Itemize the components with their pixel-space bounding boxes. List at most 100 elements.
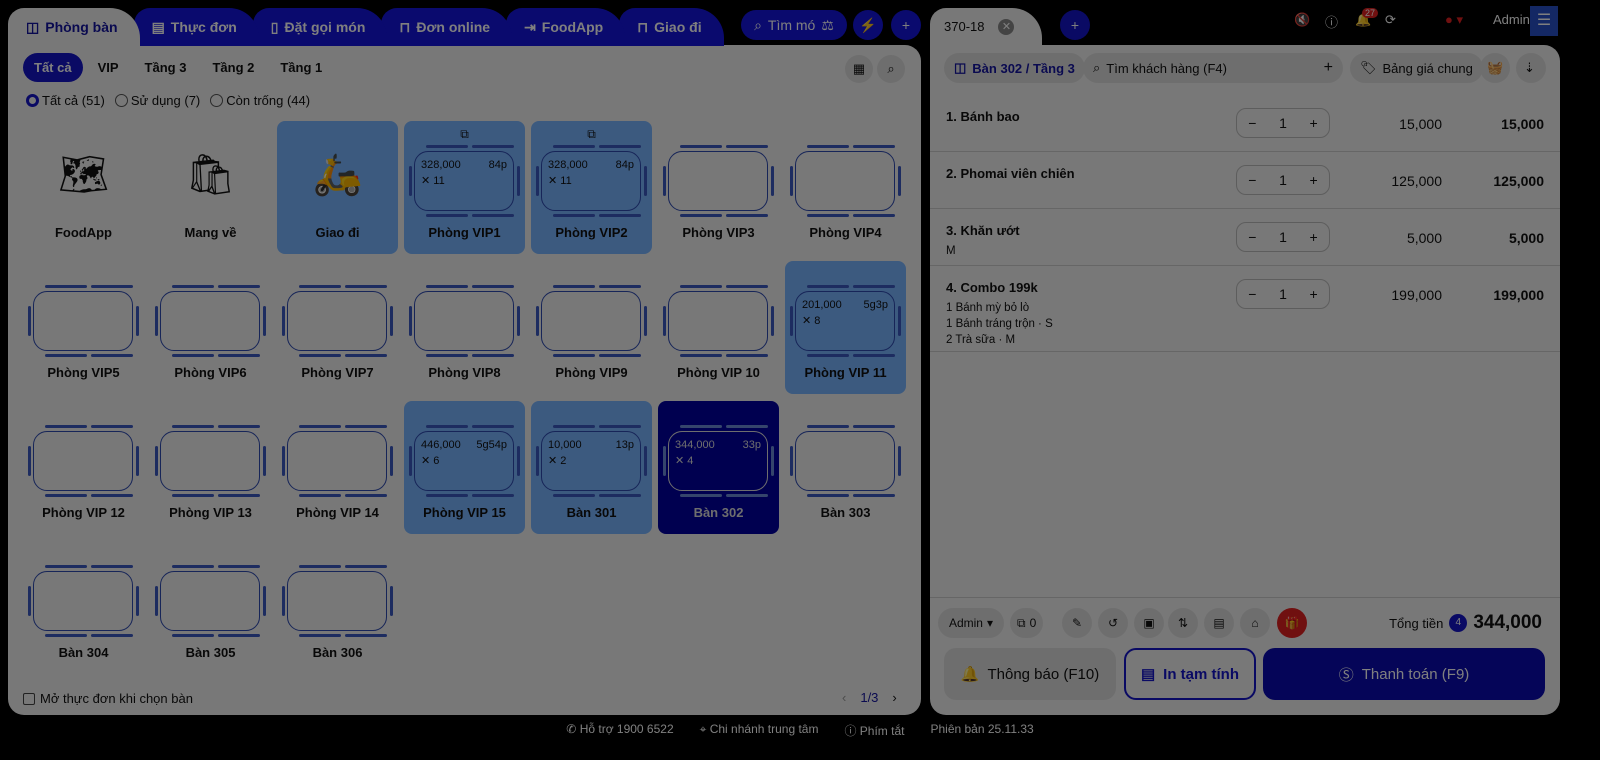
minus-icon[interactable]: −	[1248, 115, 1256, 131]
order-item[interactable]: 3. Khăn ướt M −1 +5,000 5,000	[930, 209, 1560, 266]
grid-view-button[interactable]: ▦	[845, 55, 873, 83]
table-chip[interactable]: ◫ Bàn 302 / Tầng 3	[944, 53, 1085, 83]
alert-icon[interactable]: ⓘ	[1325, 12, 1338, 31]
pay-button[interactable]: Ⓢ Thanh toán (F9)	[1263, 648, 1545, 700]
status-item[interactable]: ⓘ Phím tắt	[844, 722, 904, 739]
table-card[interactable]: Bàn 305	[150, 541, 271, 674]
customer-search[interactable]: ⌕ Tìm khách hàng (F4) +	[1083, 53, 1343, 83]
table-card[interactable]: 10,000 13p ✕ 2 Bàn 301	[531, 401, 652, 534]
status-item[interactable]: ⌖ Chi nhánh trung tâm	[700, 722, 819, 739]
filter-radio[interactable]: Còn trống (44)	[210, 93, 310, 108]
chair	[517, 166, 520, 196]
add-button[interactable]: +	[891, 10, 921, 40]
pencil-icon: ✎	[1071, 616, 1083, 630]
quantity-stepper[interactable]: −1 +	[1236, 279, 1330, 309]
table-card[interactable]: Phòng VIP6	[150, 261, 271, 394]
table-card[interactable]: Phòng VIP8	[404, 261, 525, 394]
table-card[interactable]: Phòng VIP 14	[277, 401, 398, 534]
quantity-stepper[interactable]: −1 +	[1236, 165, 1330, 195]
table-card[interactable]: ⧉ 328,000 84p ✕ 11 Phòng VIP1	[404, 121, 525, 254]
tab-3[interactable]: ⊓ Đơn online	[381, 8, 513, 46]
plus-icon[interactable]: +	[1310, 115, 1318, 131]
minus-icon[interactable]: −	[1248, 172, 1256, 188]
open-menu-checkbox[interactable]: Mở thực đơn khi chọn bàn	[23, 691, 193, 706]
sync-icon[interactable]: ⟳	[1385, 12, 1396, 28]
hamburger-menu-button[interactable]: ☰	[1530, 6, 1558, 36]
price-list-button[interactable]: 🏷 Bảng giá chung	[1350, 53, 1483, 83]
table-card[interactable]: Phòng VIP 10	[658, 261, 779, 394]
table-card[interactable]: Bàn 304	[23, 541, 144, 674]
edit-button[interactable]: ✎	[1062, 608, 1092, 638]
menu-search-button[interactable]: ⌕ Tìm mó ⚖	[741, 10, 847, 40]
language-flag-icon[interactable]: ● ▾	[1445, 12, 1463, 28]
floor-tab[interactable]: VIP	[87, 53, 130, 82]
merged-icon: ⧉	[587, 127, 596, 141]
table-card[interactable]: Phòng VIP9	[531, 261, 652, 394]
notify-kitchen-button[interactable]: 🔔 Thông báo (F10)	[944, 648, 1116, 700]
floor-tab[interactable]: Tất cả	[23, 53, 83, 82]
chair	[299, 425, 341, 428]
table-card[interactable]: Phòng VIP 12	[23, 401, 144, 534]
print-draft-button[interactable]: ▤ In tạm tính	[1124, 648, 1256, 700]
floor-tab[interactable]: Tầng 1	[269, 53, 333, 82]
quick-button[interactable]: ⚡	[853, 10, 883, 40]
promotion-button[interactable]: 🎁	[1277, 608, 1307, 638]
add-customer-button[interactable]: +	[1324, 59, 1333, 77]
table-card[interactable]: Phòng VIP7	[277, 261, 398, 394]
table-card[interactable]: 446,000 5g54p ✕ 6 Phòng VIP 15	[404, 401, 525, 534]
item-count-badge: 4	[1449, 614, 1468, 632]
tab-2[interactable]: ▯ Đặt gọi món	[252, 8, 388, 46]
tab-5[interactable]: ⊓ Giao đi	[619, 8, 724, 46]
history-button[interactable]: ↺	[1098, 608, 1128, 638]
table-search-button[interactable]: ⌕	[877, 55, 905, 83]
next-page-button[interactable]: ›	[892, 690, 896, 705]
order-item[interactable]: 4. Combo 199k 1 Bánh mỳ bỏ lò 1 Bánh tráng…	[930, 266, 1560, 352]
quantity-stepper[interactable]: −1 +	[1236, 222, 1330, 252]
table-card[interactable]: ⧉ 328,000 84p ✕ 11 Phòng VIP2	[531, 121, 652, 254]
prev-page-button[interactable]: ‹	[842, 690, 846, 705]
order-tab[interactable]: 370-18 ✕	[930, 8, 1042, 46]
filter-radio[interactable]: Tất cả (51)	[26, 93, 105, 108]
minus-icon[interactable]: −	[1248, 229, 1256, 245]
user-name[interactable]: Admin	[1493, 12, 1530, 27]
plus-icon[interactable]: +	[1310, 286, 1318, 302]
chair	[28, 586, 31, 616]
checkbox-box[interactable]	[23, 692, 35, 705]
minus-icon[interactable]: −	[1248, 286, 1256, 302]
guests-button[interactable]: ⧉ 0	[1010, 608, 1044, 638]
basket-button[interactable]: 🧺	[1480, 53, 1510, 83]
tab-1[interactable]: ▤ Thực đơn	[133, 8, 259, 46]
table-card[interactable]: Phòng VIP 13	[150, 401, 271, 534]
table-card[interactable]: 🛵 Giao đi	[277, 121, 398, 254]
staff-select[interactable]: Admin ▾	[938, 608, 1004, 638]
order-item[interactable]: 2. Phomai viên chiên −1 +125,000 125,000	[930, 152, 1560, 209]
service-bell-button[interactable]: ⌂	[1240, 608, 1270, 638]
table-card[interactable]: 344,000 33p ✕ 4 Bàn 302	[658, 401, 779, 534]
plus-icon[interactable]: +	[1310, 229, 1318, 245]
plus-icon[interactable]: +	[1310, 172, 1318, 188]
tab-0[interactable]: ◫ Phòng bàn	[8, 8, 140, 46]
table-card[interactable]: 🛍 Mang về	[150, 121, 271, 254]
quantity-stepper[interactable]: −1 +	[1236, 108, 1330, 138]
reservation-button[interactable]: ▣	[1134, 608, 1164, 638]
clipboard-button[interactable]: ▤	[1204, 608, 1234, 638]
floor-tab[interactable]: Tầng 2	[201, 53, 265, 82]
filter-radio[interactable]: Sử dụng (7)	[114, 93, 200, 108]
sort-button[interactable]: ⇣	[1516, 53, 1546, 83]
order-item[interactable]: 1. Bánh bao −1 +15,000 15,000	[930, 95, 1560, 152]
close-tab-icon[interactable]: ✕	[998, 19, 1015, 35]
floor-tab[interactable]: Tầng 3	[134, 53, 198, 82]
tab-4[interactable]: ⇥ FoodApp	[506, 8, 626, 46]
table-card[interactable]: Phòng VIP5	[23, 261, 144, 394]
table-card[interactable]: 201,000 5g3p ✕ 8 Phòng VIP 11	[785, 261, 906, 394]
status-item[interactable]: ✆ Hỗ trợ 1900 6522	[566, 722, 673, 739]
table-card[interactable]: 🗺 FoodApp	[23, 121, 144, 254]
new-order-button[interactable]: +	[1060, 10, 1090, 40]
split-button[interactable]: ⇅	[1168, 608, 1198, 638]
mute-icon[interactable]: 🔇	[1294, 12, 1310, 28]
table-shape	[668, 291, 768, 351]
table-card[interactable]: Phòng VIP3	[658, 121, 779, 254]
table-card[interactable]: Phòng VIP4	[785, 121, 906, 254]
table-card[interactable]: Bàn 303	[785, 401, 906, 534]
table-card[interactable]: Bàn 306	[277, 541, 398, 674]
